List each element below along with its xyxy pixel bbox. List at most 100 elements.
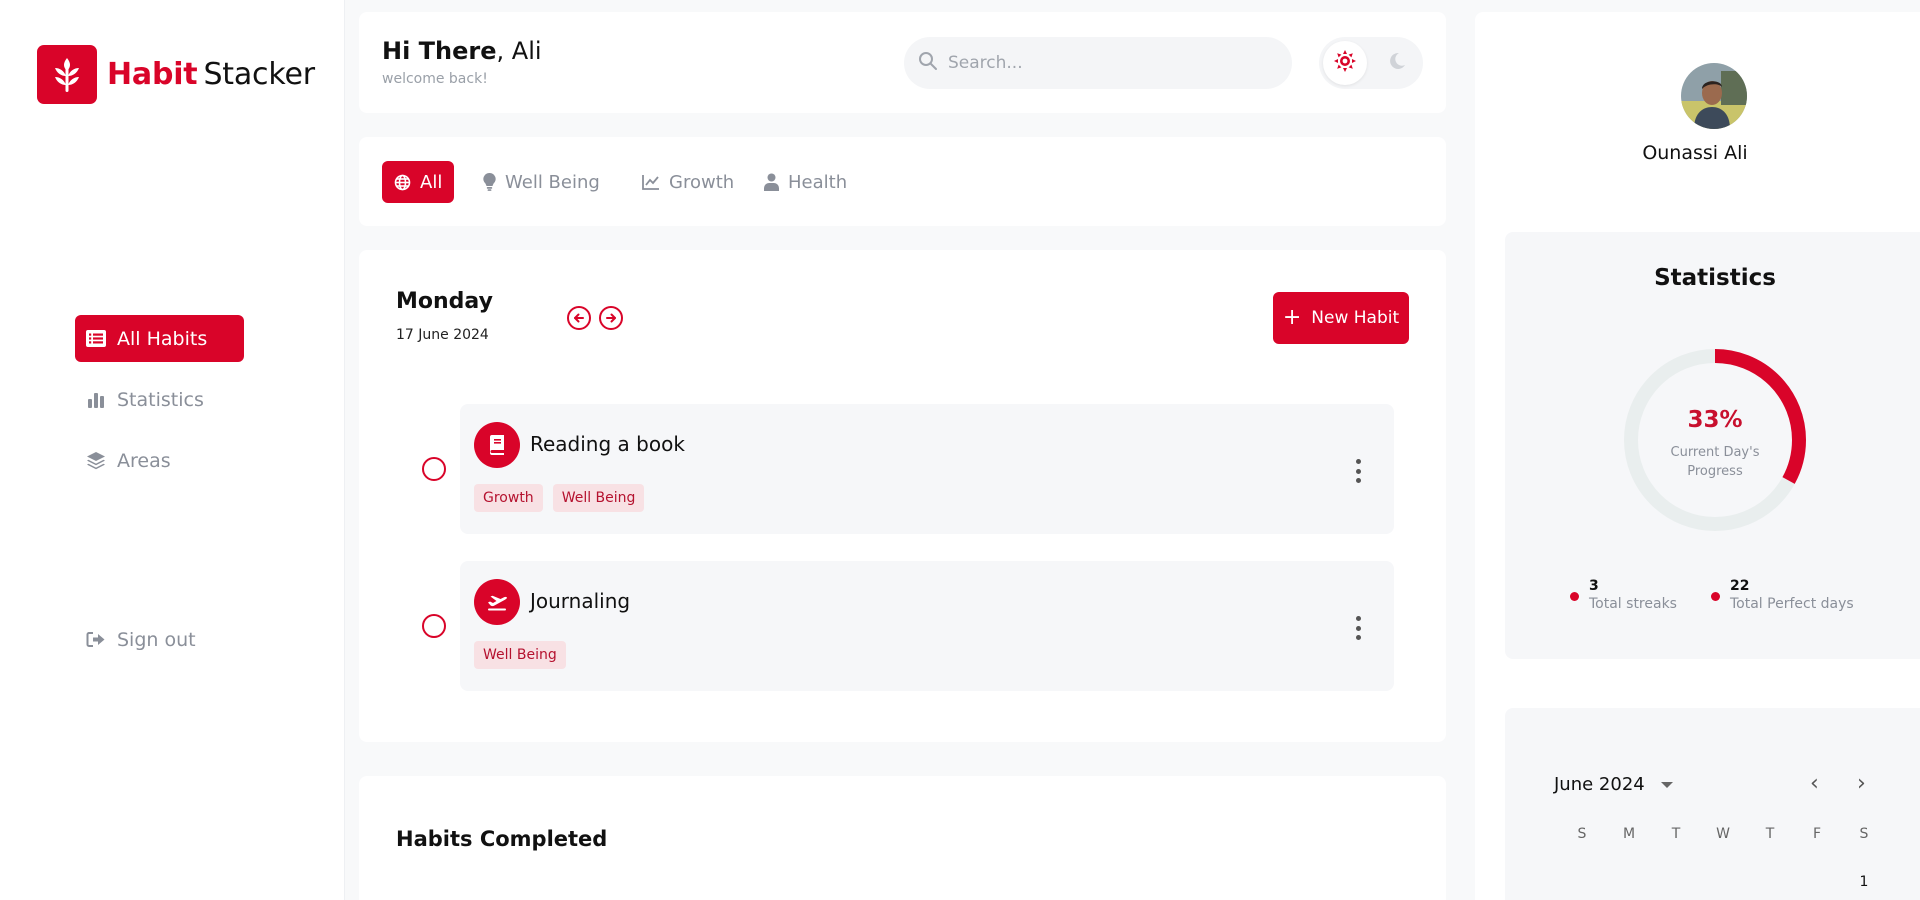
sun-icon xyxy=(1334,50,1356,76)
month-label: June 2024 xyxy=(1554,774,1645,795)
weekday-label: S xyxy=(1577,826,1587,842)
status-dot xyxy=(1711,592,1720,601)
stat-perfect-days: 22 Total Perfect days xyxy=(1711,578,1854,612)
greeting-bold: Hi There xyxy=(382,37,497,65)
next-day-button[interactable] xyxy=(599,306,623,330)
filter-well-being[interactable]: Well Being xyxy=(471,161,612,203)
plane-icon xyxy=(474,579,520,625)
kebab-dot xyxy=(1355,459,1361,464)
stat-value: 3 xyxy=(1589,578,1599,594)
habits-completed-panel: Habits Completed xyxy=(359,776,1446,900)
sidebar-item-label: Areas xyxy=(117,449,171,472)
sidebar-item-label: All Habits xyxy=(117,327,208,350)
progress-label: Current Day's Progress xyxy=(1670,445,1760,479)
caret-down-icon xyxy=(1660,781,1673,788)
filter-label: Growth xyxy=(669,171,735,193)
list-icon xyxy=(85,328,107,350)
day-date: 17 June 2024 xyxy=(396,327,489,343)
new-habit-label: New Habit xyxy=(1311,308,1400,328)
weekday-label: S xyxy=(1859,826,1869,842)
light-mode-button[interactable] xyxy=(1323,41,1367,85)
plus-icon: + xyxy=(1282,305,1302,330)
chevron-left-icon: ‹ xyxy=(1810,771,1819,796)
chevron-right-icon: › xyxy=(1857,771,1866,796)
greeting-subtitle: welcome back! xyxy=(382,71,488,87)
greeting-name: , Ali xyxy=(496,37,542,65)
sidebar-item-label: Statistics xyxy=(117,388,204,411)
habit-tag: Well Being xyxy=(474,641,566,669)
arrow-right-icon xyxy=(605,309,617,328)
status-dot xyxy=(1570,592,1579,601)
search-box[interactable] xyxy=(904,37,1292,89)
habit-name: Reading a book xyxy=(530,432,685,456)
sidebar: Habit Stacker All Habits Statistics Areas… xyxy=(0,0,345,900)
weekday-label: M xyxy=(1622,826,1636,842)
stat-label: Total Perfect days xyxy=(1730,596,1854,612)
filter-all[interactable]: All xyxy=(382,161,455,203)
habit-name: Journaling xyxy=(530,589,631,613)
kebab-dot xyxy=(1355,468,1361,474)
layers-icon xyxy=(85,450,107,472)
month-selector[interactable]: June 2024 xyxy=(1554,774,1673,795)
habit-tag: Well Being xyxy=(552,484,645,512)
filter-label: All xyxy=(420,171,443,193)
search-icon xyxy=(918,51,938,75)
header-bar: Hi There, Ali welcome back! xyxy=(359,12,1446,113)
sign-out-label: Sign out xyxy=(117,628,196,651)
logo-leaf-icon xyxy=(37,45,97,104)
globe-icon xyxy=(394,174,411,191)
sidebar-item-statistics[interactable]: Statistics xyxy=(75,376,244,423)
calendar-day[interactable]: 1 xyxy=(1854,874,1874,890)
habit-complete-checkbox[interactable] xyxy=(422,614,446,638)
brand-primary: Habit xyxy=(107,57,198,92)
filter-growth[interactable]: Growth xyxy=(630,161,746,203)
app-title: Habit Stacker xyxy=(107,57,315,92)
habit-options-button[interactable] xyxy=(1350,616,1366,640)
progress-ring xyxy=(1624,349,1806,531)
book-icon xyxy=(474,422,520,468)
calendar-panel: June 2024 ‹ › S M T W T F S 1 xyxy=(1505,708,1920,900)
previous-day-button[interactable] xyxy=(567,306,591,330)
bar-chart-icon xyxy=(85,389,107,411)
weekday-label: W xyxy=(1716,826,1730,842)
previous-month-button[interactable]: ‹ xyxy=(1810,771,1819,796)
lightbulb-icon xyxy=(483,173,496,191)
habit-tags: Growth Well Being xyxy=(474,484,645,512)
filter-health[interactable]: Health xyxy=(752,161,859,203)
progress-percent: 33% xyxy=(1687,407,1743,433)
theme-toggle[interactable] xyxy=(1319,37,1423,89)
sign-out-button[interactable]: Sign out xyxy=(75,616,244,663)
day-name: Monday xyxy=(396,289,493,314)
next-month-button[interactable]: › xyxy=(1857,771,1866,796)
weekday-label: T xyxy=(1765,826,1775,842)
kebab-dot xyxy=(1355,478,1361,483)
habit-tags: Well Being xyxy=(474,641,566,669)
category-filter-bar: All Well Being Growth Health xyxy=(359,137,1446,226)
filter-label: Health xyxy=(788,171,848,193)
search-input[interactable] xyxy=(948,53,1268,73)
habit-complete-checkbox[interactable] xyxy=(422,457,446,481)
sidebar-item-areas[interactable]: Areas xyxy=(75,437,244,484)
arrow-left-icon xyxy=(573,309,585,328)
habit-item[interactable]: Journaling Well Being xyxy=(460,561,1394,691)
habits-panel: Monday 17 June 2024 + New Habit Reading … xyxy=(359,250,1446,742)
stat-total-streaks: 3 Total streaks xyxy=(1570,578,1677,612)
filter-label: Well Being xyxy=(505,171,600,193)
stat-label: Total streaks xyxy=(1589,596,1677,612)
sidebar-item-all-habits[interactable]: All Habits xyxy=(75,315,244,362)
greeting: Hi There, Ali xyxy=(382,37,542,65)
kebab-dot xyxy=(1355,625,1361,631)
habit-tag: Growth xyxy=(474,484,543,512)
app-logo[interactable]: Habit Stacker xyxy=(37,45,315,104)
dark-mode-button[interactable] xyxy=(1375,41,1419,85)
profile-name: Ounassi Ali xyxy=(1642,142,1748,164)
habit-item[interactable]: Reading a book Growth Well Being xyxy=(460,404,1394,534)
right-panel: Ounassi Ali Statistics 33% Current Day's… xyxy=(1475,12,1920,900)
habit-options-button[interactable] xyxy=(1350,459,1366,483)
new-habit-button[interactable]: + New Habit xyxy=(1273,292,1409,344)
weekday-label: T xyxy=(1671,826,1681,842)
sign-out-icon xyxy=(85,629,107,651)
avatar[interactable] xyxy=(1681,63,1747,129)
statistics-panel: Statistics 33% Current Day's Progress 3 … xyxy=(1505,232,1920,659)
brand-secondary: Stacker xyxy=(203,57,315,92)
